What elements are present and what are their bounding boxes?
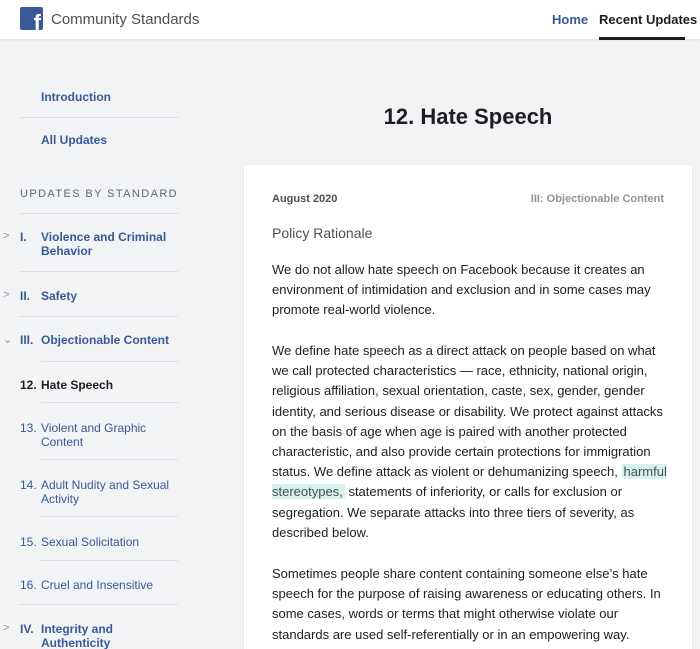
divider (20, 316, 178, 317)
divider (41, 459, 178, 460)
page-title: 12. Hate Speech (383, 104, 553, 129)
sidebar-item-hate-speech-active[interactable]: Hate Speech (41, 378, 113, 392)
content-card: August 2020 III: Objectionable Content P… (244, 165, 692, 649)
chevron-right-icon[interactable]: > (3, 289, 9, 301)
section-numeral: IV. (20, 622, 34, 636)
divider (20, 213, 178, 214)
divider (20, 117, 178, 118)
top-bar: f Community Standards Home Recent Update… (0, 0, 700, 40)
subitem-number: 13. (20, 421, 37, 435)
paragraph: We do not allow hate speech on Facebook … (272, 262, 651, 318)
nav-recent-updates-link[interactable]: Recent Updates (599, 12, 697, 27)
section-numeral: III. (20, 333, 34, 347)
chevron-right-icon[interactable]: > (3, 230, 9, 242)
active-nav-underline (599, 37, 685, 40)
sidebar-item-objectionable-content[interactable]: Objectionable Content (41, 333, 181, 347)
subitem-number: 14. (20, 478, 37, 492)
sidebar-item-sexual-solicitation[interactable]: Sexual Solicitation (41, 535, 181, 549)
divider (20, 604, 178, 605)
paragraph: Sometimes people share content containin… (272, 566, 661, 642)
paragraph: We define hate speech as a direct attack… (272, 341, 670, 543)
facebook-logo-icon[interactable]: f (20, 7, 43, 30)
sidebar: Introduction All Updates UPDATES BY STAN… (0, 40, 200, 649)
site-title[interactable]: Community Standards (51, 11, 199, 28)
subitem-number: 15. (20, 535, 37, 549)
section-numeral: I. (20, 230, 27, 244)
sidebar-all-updates-link[interactable]: All Updates (41, 133, 107, 147)
sidebar-item-violent-graphic[interactable]: Violent and Graphic Content (41, 421, 181, 449)
sidebar-item-cruel-insensitive[interactable]: Cruel and Insensitive (41, 578, 181, 592)
divider (20, 271, 178, 272)
sidebar-item-integrity[interactable]: Integrity and Authenticity (41, 622, 181, 649)
update-date: August 2020 (272, 193, 338, 205)
category-label: III: Objectionable Content (530, 193, 664, 205)
nav-home-link[interactable]: Home (552, 12, 588, 27)
section-heading: Policy Rationale (272, 225, 373, 241)
divider (41, 361, 178, 362)
sidebar-item-safety[interactable]: Safety (41, 289, 181, 303)
sidebar-section-heading: UPDATES BY STANDARD (20, 188, 179, 200)
chevron-down-icon[interactable]: ⌄ (3, 333, 12, 346)
chevron-right-icon[interactable]: > (3, 622, 9, 634)
logo-glyph: f (33, 10, 41, 31)
subitem-number: 12. (20, 378, 37, 392)
divider (41, 516, 178, 517)
divider (41, 402, 178, 403)
sidebar-introduction-link[interactable]: Introduction (41, 90, 111, 104)
sidebar-item-violence[interactable]: Violence and Criminal Behavior (41, 230, 181, 258)
section-numeral: II. (20, 289, 31, 303)
sidebar-item-adult-nudity[interactable]: Adult Nudity and Sexual Activity (41, 478, 181, 506)
subitem-number: 16. (20, 578, 37, 592)
divider (41, 560, 178, 561)
paragraph-text: We define hate speech as a direct attack… (272, 343, 663, 480)
